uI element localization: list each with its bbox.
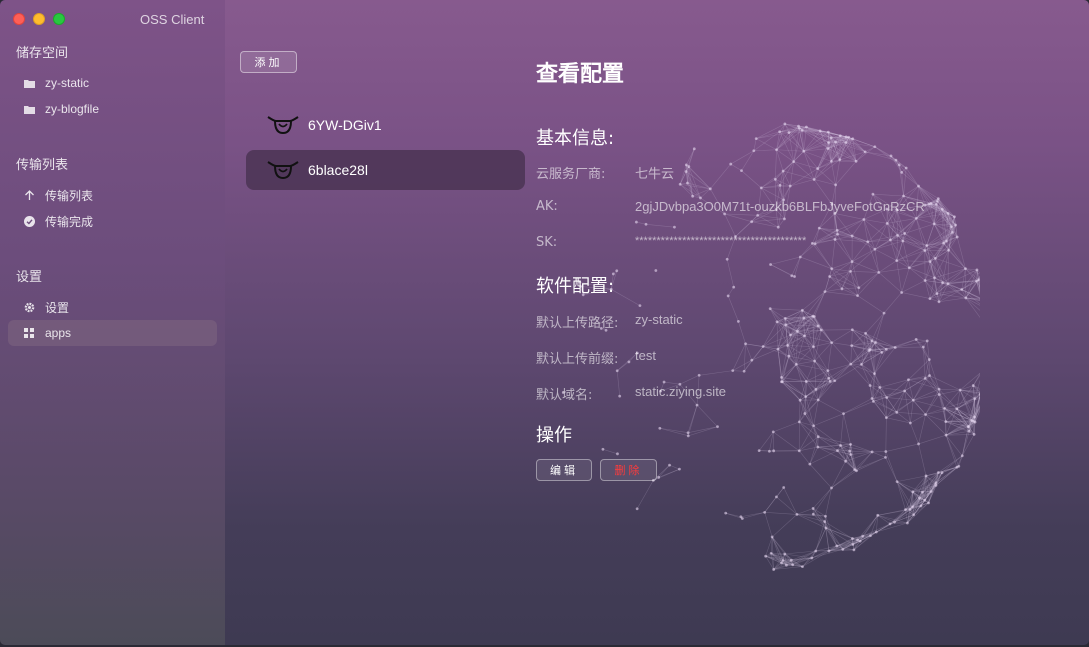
check-circle-icon <box>23 215 35 227</box>
add-button[interactable]: 添加 <box>240 51 297 73</box>
vendor-label: 云服务厂商: <box>536 167 606 182</box>
sidebar-item-zy-static[interactable]: zy-static <box>8 70 217 96</box>
section-transfer: 传输列表 <box>16 158 69 173</box>
app-item-6yw-dgiv1[interactable]: 6YW-DGiv1 <box>246 105 525 145</box>
sidebar-item-label: zy-static <box>45 76 90 90</box>
sidebar-item-transfer-done[interactable]: 传输完成 <box>8 208 217 234</box>
upload-prefix-label: 默认上传前缀: <box>536 352 619 367</box>
close-button[interactable] <box>13 13 25 25</box>
sidebar-item-label: 传输完成 <box>45 214 94 229</box>
sk-label: SK: <box>536 235 558 250</box>
folder-icon <box>23 77 35 89</box>
sidebar: 储存空间 zy-static zy-blogfile 传输列表 传输列表 传输完… <box>0 0 225 645</box>
folder-icon <box>23 103 35 115</box>
edit-button[interactable]: 编辑 <box>536 459 592 481</box>
software-config-title: 软件配置: <box>536 276 615 297</box>
delete-button[interactable]: 删除 <box>600 459 657 481</box>
app-name: 6YW-DGiv1 <box>308 117 382 133</box>
zoom-button[interactable] <box>53 13 65 25</box>
sidebar-item-label: apps <box>45 326 72 340</box>
grid-icon <box>23 327 35 339</box>
minimize-button[interactable] <box>33 13 45 25</box>
app-item-6blace28l[interactable]: 6blace28l <box>246 150 525 190</box>
section-settings: 设置 <box>16 270 43 285</box>
sidebar-item-label: 传输列表 <box>45 188 94 203</box>
sidebar-item-label: 设置 <box>45 300 70 315</box>
upload-path-label: 默认上传路径: <box>536 316 619 331</box>
window-title: OSS Client <box>140 12 205 27</box>
app-window: 储存空间 zy-static zy-blogfile 传输列表 传输列表 传输完… <box>0 0 1089 645</box>
basic-info-title: 基本信息: <box>536 128 615 149</box>
vendor-value: 七牛云 <box>635 166 675 181</box>
sidebar-item-settings[interactable]: 设置 <box>8 294 217 320</box>
default-domain-value: static.ziying.site <box>635 384 727 399</box>
sidebar-item-zy-blogfile[interactable]: zy-blogfile <box>8 96 217 122</box>
default-domain-label: 默认域名: <box>536 388 593 403</box>
titlebar: OSS Client <box>0 0 1089 38</box>
sidebar-item-transfer-list[interactable]: 传输列表 <box>8 182 217 208</box>
section-storage: 储存空间 <box>16 46 69 61</box>
ak-label: AK: <box>536 199 558 214</box>
upload-path-value: zy-static <box>635 312 683 327</box>
actions-title: 操作 <box>536 425 572 446</box>
sk-value: **************************************** <box>635 235 807 247</box>
sidebar-item-apps[interactable]: apps <box>8 320 217 346</box>
page-title: 查看配置 <box>536 62 625 87</box>
arrow-up-icon <box>23 189 35 201</box>
qiniu-logo-icon <box>267 161 299 180</box>
upload-prefix-value: test <box>635 348 656 363</box>
ak-value: 2gjJDvbpa3O0M71t-ouzkb6BLFbJyveFotGnRzCR <box>635 199 925 214</box>
app-name: 6blace28l <box>308 162 368 178</box>
globe-illustration <box>561 122 980 571</box>
sidebar-item-label: zy-blogfile <box>45 102 100 116</box>
gear-icon <box>23 301 35 313</box>
qiniu-logo-icon <box>267 116 299 135</box>
